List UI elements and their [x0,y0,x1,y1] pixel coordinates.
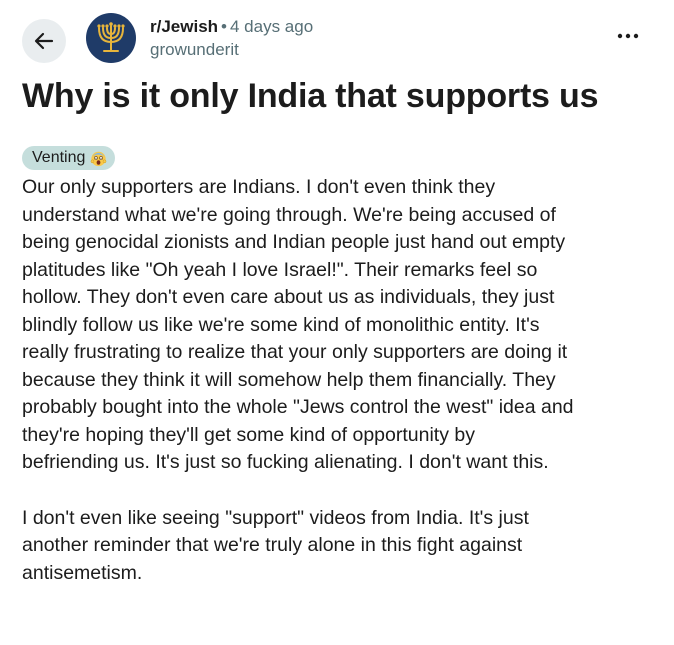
body-line: platitudes like "Oh yeah I love Israel!"… [22,258,538,281]
subreddit-avatar[interactable] [86,13,136,63]
post-flair[interactable]: Venting [22,146,116,170]
body-line: really frustrating to realize that your … [22,341,568,363]
arrow-left-icon [34,32,54,50]
post-header: r/Jewish • 4 days ago growunderit [22,10,652,68]
body-line: Our only supporters are Indians. I don't… [22,176,496,198]
body-line: they're hoping they'll get some kind of … [22,423,475,446]
body-line: befriending us. It's just so fucking ali… [22,451,549,473]
post-title: Why is it only India that supports us [22,77,599,115]
body-line: hollow. They don't even care about us as… [22,286,555,308]
screaming-face-icon [91,151,107,166]
subreddit-name[interactable]: r/Jewish [150,17,218,36]
body-line: understand what we're going through. We'… [22,203,556,226]
menorah-icon [97,22,125,52]
body-line: antisemetism. [22,561,143,584]
meta-separator: • [221,17,227,36]
post-body: Our only supporters are Indians. I don't… [22,174,652,615]
body-line: being genocidal zionists and Indian peop… [22,231,566,253]
more-options-button[interactable] [614,22,642,50]
ellipsis-icon [617,33,639,39]
body-paragraph-2: I don't even like seeing "support" video… [22,505,652,588]
body-line: blindly follow us like we're some kind o… [22,313,540,336]
body-line: because they think it will somehow help … [22,368,556,391]
post-meta: r/Jewish • 4 days ago growunderit [150,16,313,64]
post-time: 4 days ago [230,17,314,36]
body-line: another reminder that we're truly alone … [22,534,523,556]
post-author[interactable]: growunderit [150,39,313,61]
flair-label: Venting [32,149,86,166]
back-button[interactable] [22,19,66,63]
post-view: r/Jewish • 4 days ago growunderit Why is i… [0,0,674,645]
body-line: probably bought into the whole "Jews con… [22,396,574,418]
body-line: I don't even like seeing "support" video… [22,506,529,529]
body-paragraph-1: Our only supporters are Indians. I don't… [22,174,652,477]
meta-row: r/Jewish • 4 days ago [150,16,313,38]
